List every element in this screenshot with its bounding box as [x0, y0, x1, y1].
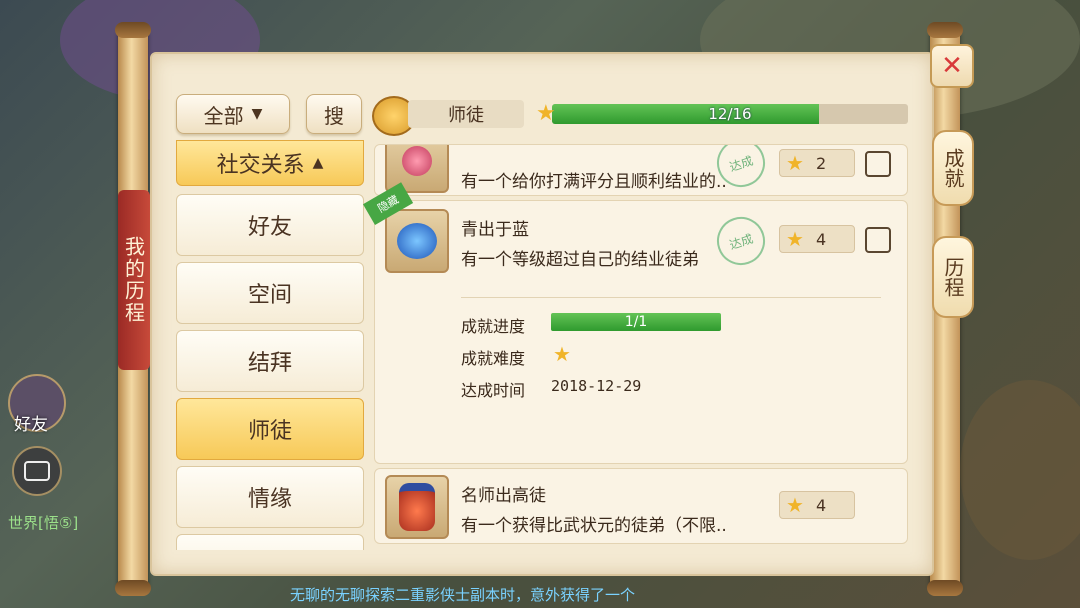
divider: [461, 297, 881, 298]
tab-achievement[interactable]: 成就: [932, 130, 974, 206]
achieved-stamp: 达成: [710, 210, 772, 272]
sidebar-item-label: 空间: [247, 283, 292, 308]
score-box: ★ 2: [779, 149, 855, 177]
chat-button[interactable]: [12, 446, 62, 496]
blue-pouch-icon: [385, 209, 449, 273]
star-icon: ★: [786, 493, 804, 517]
achievement-card[interactable]: 名师出高徒 有一个获得比武状元的徒弟（不限.. ★ 4: [374, 468, 908, 544]
score-value: 4: [815, 495, 827, 515]
sidebar-item-space[interactable]: 空间: [176, 262, 364, 324]
chat-icon: [24, 461, 50, 481]
score-value: 2: [815, 153, 827, 173]
tab-history[interactable]: 历程: [932, 236, 974, 318]
star-icon: ★: [536, 101, 556, 126]
share-icon[interactable]: [865, 151, 891, 177]
channel-tag: [悟⑤]: [38, 514, 79, 532]
achievement-desc: 有一个给你打满评分且顺利结业的..: [461, 172, 727, 192]
total-progress-bar: 12/16: [552, 104, 908, 124]
sidebar-item-romance[interactable]: 情缘: [176, 466, 364, 528]
sidebar-item-label: 结拜: [247, 351, 292, 376]
achievement-card[interactable]: 有一个给你打满评分且顺利结业的.. 达成 ★ 2: [374, 144, 908, 196]
scroll-cap: [115, 580, 151, 596]
achievement-desc: 有一个获得比武状元的徒弟（不限..: [461, 516, 727, 536]
achievement-title: 青出于蓝: [461, 220, 529, 240]
achievement-title: 名师出高徒: [461, 486, 546, 506]
sidebar-item-label: 好友: [247, 215, 292, 240]
achievement-progress-bar: 1/1: [551, 313, 721, 331]
sidebar-item-label: 师徒: [247, 419, 292, 444]
sidebar-section-social[interactable]: 社交关系 ▲: [176, 140, 364, 186]
score-box: ★ 4: [779, 491, 855, 519]
chat-channel: 世界[悟⑤]: [8, 512, 78, 533]
total-progress-text: 12/16: [708, 105, 752, 123]
news-ticker: 无聊的无聊探索二重影侠士副本时，意外获得了一个: [290, 586, 636, 604]
date-value: 2018-12-29: [551, 377, 642, 395]
jar-icon: [385, 475, 449, 539]
chevron-down-icon: ▼: [251, 106, 263, 122]
sidebar-item-more[interactable]: [176, 534, 364, 550]
close-button[interactable]: ✕: [930, 44, 974, 88]
close-icon: ✕: [941, 51, 963, 81]
category-label: 师徒: [408, 100, 524, 128]
filter-label: 全部: [203, 103, 244, 128]
sidebar-item-label: 情缘: [247, 487, 292, 512]
sidebar: 社交关系 ▲ 好友 空间 结拜 师徒 情缘: [170, 140, 370, 550]
friend-label: 好友: [14, 415, 48, 435]
search-button[interactable]: 搜: [306, 94, 362, 134]
star-icon: ★: [786, 151, 804, 175]
ground-deco: [960, 380, 1080, 560]
sidebar-item-friends[interactable]: 好友: [176, 194, 364, 256]
history-banner: 我的历程: [118, 190, 150, 370]
achievement-card-expanded[interactable]: 隐藏 青出于蓝 有一个等级超过自己的结业徒弟 达成 ★ 4 成就进度 1/1 成…: [363, 182, 908, 464]
achievement-desc: 有一个等级超过自己的结业徒弟: [461, 250, 699, 270]
score-box: ★ 4: [779, 225, 855, 253]
achievement-progress-text: 1/1: [624, 314, 648, 330]
channel-label: 世界: [8, 514, 39, 532]
filter-dropdown[interactable]: 全部 ▼: [176, 94, 290, 134]
score-value: 4: [815, 229, 827, 249]
difficulty-star-icon: ★: [553, 342, 571, 366]
sidebar-item-master[interactable]: 师徒: [176, 398, 364, 460]
scroll-cap: [927, 580, 963, 596]
progress-label: 成就进度: [461, 317, 526, 336]
sidebar-section-label: 社交关系: [216, 153, 305, 178]
difficulty-label: 成就难度: [461, 349, 526, 368]
scroll-cap: [115, 22, 151, 38]
share-icon[interactable]: [865, 227, 891, 253]
scroll-cap: [927, 22, 963, 38]
date-label: 达成时间: [461, 381, 526, 400]
star-icon: ★: [786, 227, 804, 251]
tab-history-label: 历程: [941, 257, 965, 297]
chevron-up-icon: ▲: [312, 155, 324, 171]
sidebar-item-sworn[interactable]: 结拜: [176, 330, 364, 392]
tab-achievement-label: 成就: [941, 148, 965, 188]
